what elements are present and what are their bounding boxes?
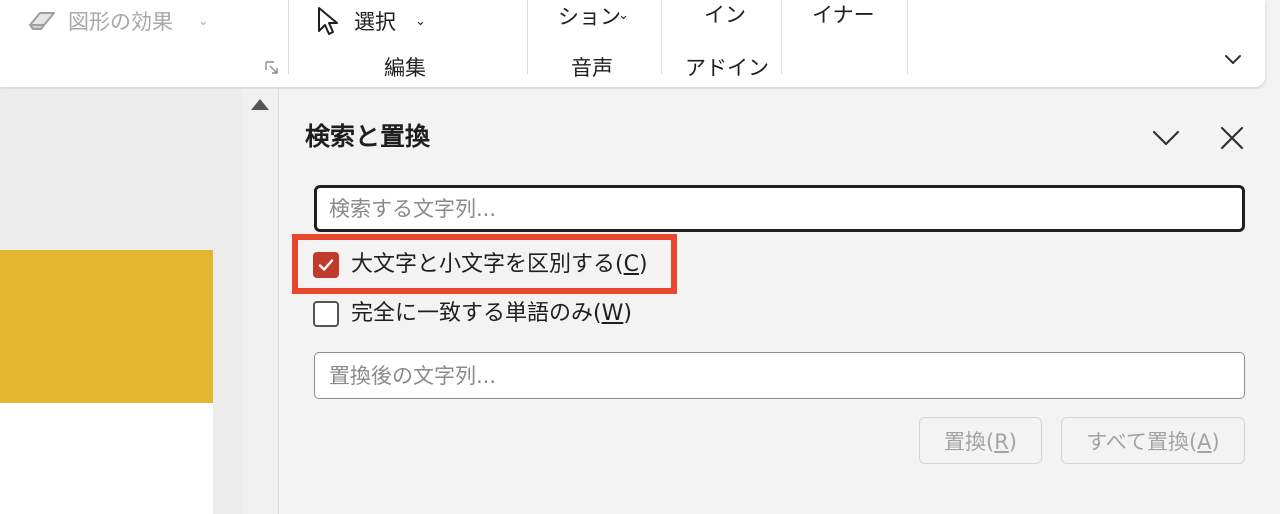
ribbon-separator	[781, 0, 782, 74]
addins-button[interactable]: イン	[704, 2, 746, 28]
arrow-up-icon[interactable]	[251, 99, 269, 110]
whole-word-checkbox[interactable]	[313, 301, 339, 327]
pointer-cursor-icon	[316, 6, 340, 36]
whole-word-label[interactable]: 完全に一致する単語のみ(W)	[351, 299, 632, 329]
pane-title: 検索と置換	[305, 122, 431, 151]
shape-effects-dropdown-icon[interactable]: ⌄	[198, 14, 209, 29]
addins-group-label: アドイン	[685, 56, 769, 80]
close-icon	[1220, 126, 1244, 150]
find-input[interactable]	[314, 185, 1245, 232]
ribbon-separator	[288, 0, 289, 74]
audio-group-label: 音声	[571, 56, 613, 80]
ribbon-separator	[661, 0, 662, 74]
slide-shape-white[interactable]	[0, 403, 213, 514]
chevron-down-icon	[1225, 55, 1241, 64]
replace-all-button[interactable]: すべて置換(A)	[1061, 417, 1245, 464]
ribbon-collapse-button[interactable]	[1222, 50, 1244, 68]
motion-dropdown-icon[interactable]: ⌄	[618, 8, 629, 23]
shape-effects-button[interactable]: 図形の効果	[68, 9, 173, 35]
highlight-box	[292, 234, 677, 294]
replace-button[interactable]: 置換(R)	[919, 417, 1042, 464]
select-dropdown-icon[interactable]: ⌄	[415, 14, 426, 29]
pane-close-button[interactable]	[1216, 122, 1248, 154]
select-button[interactable]: 選択	[354, 9, 396, 35]
replace-input[interactable]	[314, 352, 1245, 399]
pane-collapse-button[interactable]	[1150, 122, 1182, 154]
motion-button[interactable]: ション	[558, 4, 621, 30]
slide-shape-yellow[interactable]	[0, 250, 213, 403]
chevron-down-icon	[1152, 130, 1180, 146]
edit-group-label: 編集	[384, 56, 426, 80]
whole-word-option[interactable]: 完全に一致する単語のみ(W)	[313, 298, 632, 330]
dialog-launcher-icon[interactable]	[264, 60, 280, 76]
ribbon-separator	[527, 0, 528, 74]
ribbon: 図形の効果 ⌄ 選択 ⌄ 編集 ション ⌄ 音声 イン アドイン イナー	[0, 0, 1265, 87]
ribbon-separator	[907, 0, 908, 74]
eraser-icon	[26, 6, 62, 34]
vertical-scrollbar[interactable]	[242, 89, 279, 514]
designer-button[interactable]: イナー	[812, 2, 875, 28]
